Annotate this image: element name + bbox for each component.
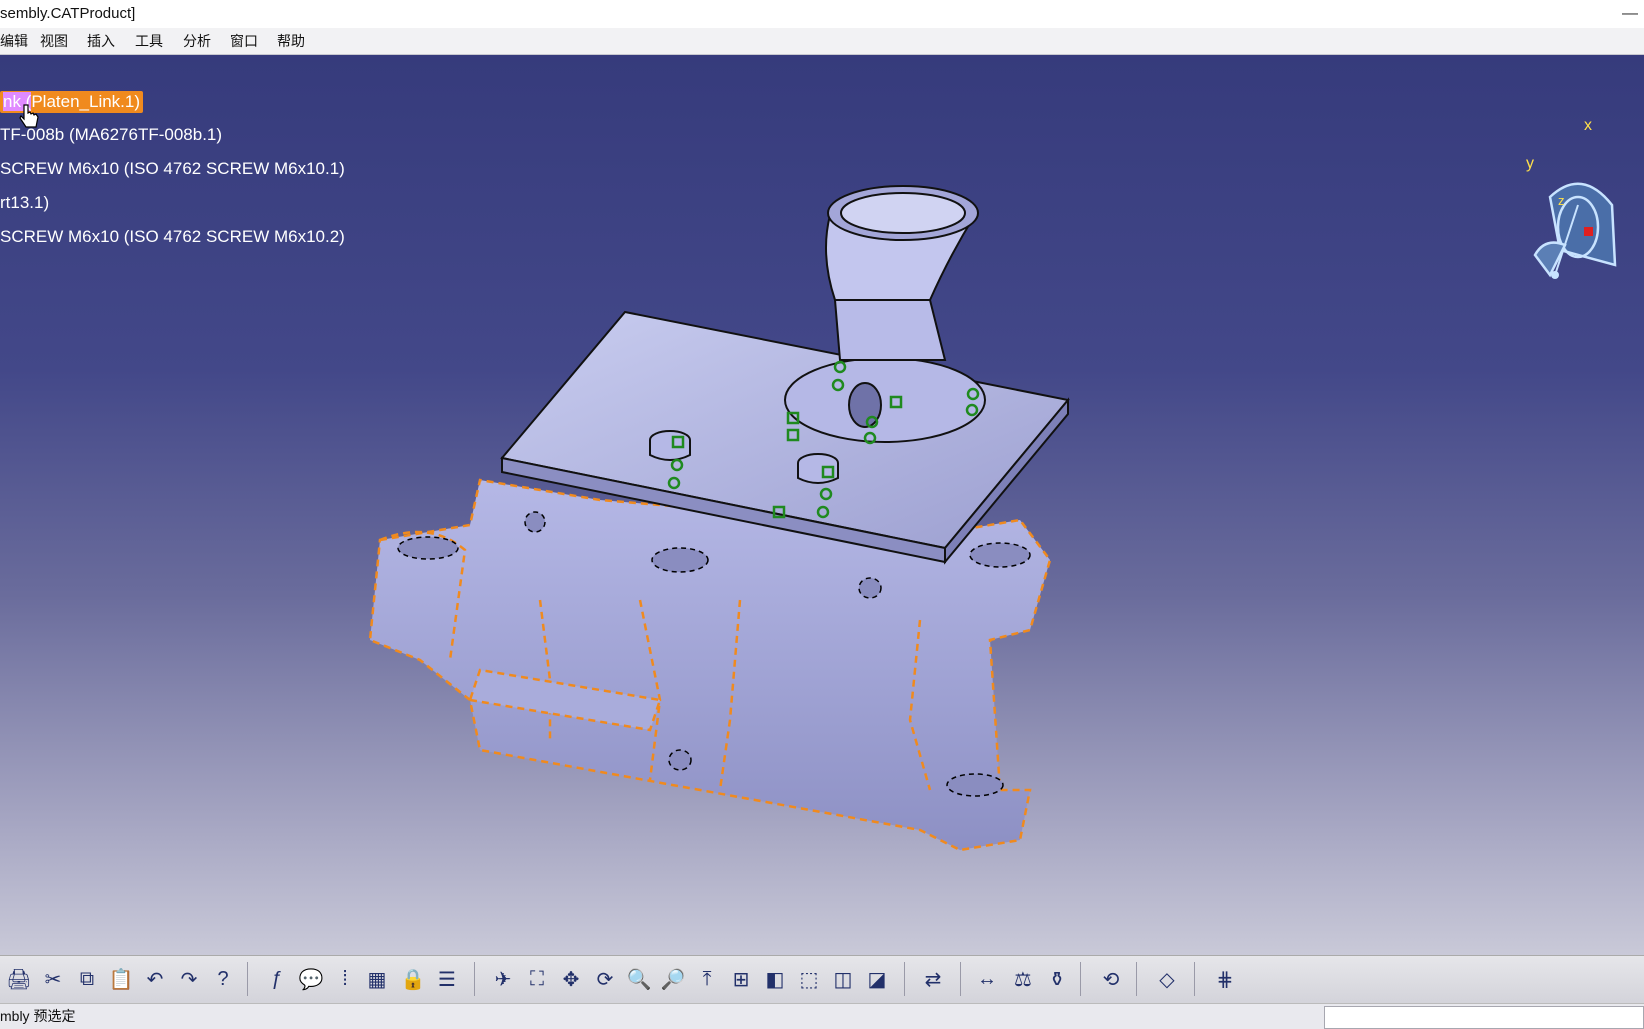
zoom-out-icon[interactable]: 🔎 xyxy=(658,964,688,994)
measure-icon[interactable]: ↔ xyxy=(972,964,1002,994)
title-bar: sembly.CATProduct] — xyxy=(0,0,1644,28)
cut-icon[interactable]: ✂ xyxy=(38,964,68,994)
toolbar-separator xyxy=(904,962,905,996)
menu-view[interactable]: 视图 xyxy=(40,28,68,54)
refresh-icon[interactable]: ⟲ xyxy=(1096,964,1126,994)
fly-icon[interactable]: ✈ xyxy=(488,964,518,994)
toolbar-separator xyxy=(1080,962,1081,996)
3d-viewport[interactable]: nk (Platen_Link.1) TF-008b (MA6276TF-008… xyxy=(0,55,1644,955)
plane-icon[interactable]: ◇ xyxy=(1152,964,1182,994)
cad-model[interactable] xyxy=(0,55,1644,955)
copy-icon[interactable]: ⧉ xyxy=(72,964,102,994)
zoom-in-icon[interactable]: 🔍 xyxy=(624,964,654,994)
menu-edit[interactable]: 编辑 xyxy=(0,28,28,54)
iso-view-icon[interactable]: ◧ xyxy=(760,964,790,994)
minimize-button[interactable]: — xyxy=(1622,0,1638,28)
fit-all-icon[interactable]: ⛶ xyxy=(522,964,552,994)
bottom-toolbar: 🖨 ✂ ⧉ 📋 ↶ ↷? ƒ 💬 ⁞ ▦ 🔒 ☰ ✈ ⛶ ✥ ⟳ 🔍 🔎 ⤒ ⊞ ◧ ⬚ ◫ ◪ ⇄ ↔ ⚖ ⚱ ⟲ ◇ ⋕ xyxy=(0,955,1644,1004)
multi-view-icon[interactable]: ⊞ xyxy=(726,964,756,994)
command-input[interactable] xyxy=(1324,1006,1644,1029)
normal-view-icon[interactable]: ⤒ xyxy=(692,964,722,994)
pan-icon[interactable]: ✥ xyxy=(556,964,586,994)
toolbar-separator xyxy=(960,962,961,996)
rotate-icon[interactable]: ⟳ xyxy=(590,964,620,994)
menu-insert[interactable]: 插入 xyxy=(87,28,115,54)
swap-space-icon[interactable]: ◪ xyxy=(862,964,892,994)
menu-tools[interactable]: 工具 xyxy=(135,28,163,54)
update-icon[interactable]: ⇄ xyxy=(918,964,948,994)
knowledge-icon[interactable]: ⁞ xyxy=(330,964,360,994)
shading-icon[interactable]: ⬚ xyxy=(794,964,824,994)
menu-bar: 编辑 视图 插入 工具 分析 窗口 帮助 xyxy=(0,28,1644,55)
formula-icon[interactable]: ƒ xyxy=(262,964,292,994)
nozzle xyxy=(784,185,986,443)
table-icon[interactable]: ▦ xyxy=(362,964,392,994)
undo-icon[interactable]: ↶ xyxy=(140,964,170,994)
status-bar: mbly 预选定 xyxy=(0,1003,1644,1029)
paste-icon[interactable]: 📋 xyxy=(106,964,136,994)
menu-analyze[interactable]: 分析 xyxy=(183,28,211,54)
toolbar-separator xyxy=(1194,962,1195,996)
grid-icon[interactable]: ⋕ xyxy=(1210,964,1240,994)
hide-show-icon[interactable]: ◫ xyxy=(828,964,858,994)
redo-icon[interactable]: ↷ xyxy=(174,964,204,994)
toolbar-separator xyxy=(247,962,248,996)
toolbar-separator xyxy=(1136,962,1137,996)
menu-help[interactable]: 帮助 xyxy=(277,28,305,54)
menu-window[interactable]: 窗口 xyxy=(230,28,258,54)
status-text: mbly 预选定 xyxy=(0,1008,76,1024)
lock-icon[interactable]: 🔒 xyxy=(398,964,428,994)
inertia-icon[interactable]: ⚖ xyxy=(1008,964,1038,994)
print-icon[interactable]: 🖨 xyxy=(4,964,34,994)
toolbar-separator xyxy=(474,962,475,996)
clash-icon[interactable]: ⚱ xyxy=(1042,964,1072,994)
window-title: sembly.CATProduct] xyxy=(0,5,136,22)
catalog-icon[interactable]: ☰ xyxy=(432,964,462,994)
comment-icon[interactable]: 💬 xyxy=(296,964,326,994)
whats-this-icon[interactable]: ? xyxy=(208,964,238,994)
